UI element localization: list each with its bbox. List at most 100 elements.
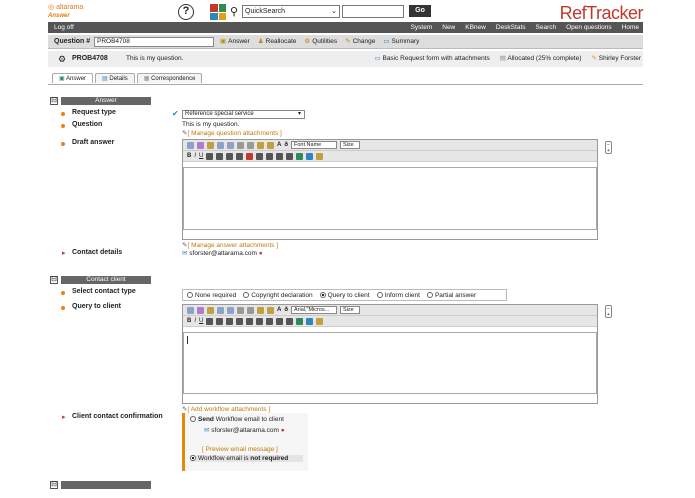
query-text-area[interactable]	[183, 332, 597, 394]
go-button[interactable]: Go	[409, 5, 431, 17]
editor-expand-button[interactable]: − +	[605, 305, 612, 318]
logoff-link[interactable]: Log off	[54, 22, 74, 33]
nav-home[interactable]: Home	[622, 22, 639, 33]
outdent-icon[interactable]	[256, 317, 264, 325]
spellcheck-icon[interactable]	[187, 141, 194, 149]
outdent-icon[interactable]	[256, 152, 264, 160]
question-number-input[interactable]: PROB4708	[94, 37, 214, 47]
link-icon[interactable]	[296, 152, 304, 160]
highlight-icon[interactable]	[207, 306, 214, 314]
reallocate-tool[interactable]: ♟ Reallocate	[258, 35, 297, 49]
cut-icon[interactable]	[237, 306, 244, 314]
bg-color-icon[interactable]: ð	[284, 307, 288, 313]
justify-icon[interactable]	[236, 152, 244, 160]
font-size-select[interactable]: Size	[340, 141, 361, 149]
radio-not-required[interactable]: Workflow email is not required	[190, 455, 303, 462]
tab-details[interactable]: ▤ Details	[95, 73, 135, 83]
paste-icon[interactable]	[257, 141, 264, 149]
table-icon[interactable]	[246, 152, 254, 160]
clear-format-icon[interactable]	[316, 317, 324, 325]
special-char-icon[interactable]	[197, 306, 204, 314]
help-icon[interactable]: ?	[178, 4, 194, 20]
bg-color-icon[interactable]: ð	[284, 142, 288, 148]
quicksearch-select[interactable]: QuickSearch ⌄	[242, 5, 340, 18]
clear-format-icon[interactable]	[316, 152, 324, 160]
italic-icon[interactable]: I	[194, 318, 196, 324]
change-tool[interactable]: ✎ Change	[345, 35, 375, 49]
collapse-contact-toggle[interactable]: ⊟	[50, 276, 58, 284]
link-icon[interactable]	[296, 317, 304, 325]
qutilities-tool[interactable]: ⚙ Qutilities	[304, 35, 337, 49]
bullets-icon[interactable]	[276, 152, 284, 160]
draft-answer-text-area[interactable]	[183, 167, 597, 230]
redo-icon[interactable]	[227, 141, 234, 149]
numbered-list-icon[interactable]	[286, 152, 294, 160]
radio-partial-answer[interactable]: Partial answer	[426, 291, 476, 299]
quicksearch-input[interactable]	[342, 5, 404, 18]
bullets-icon[interactable]	[276, 317, 284, 325]
align-right-icon[interactable]	[226, 317, 234, 325]
paste-text-icon[interactable]	[267, 306, 274, 314]
table-icon[interactable]	[246, 317, 254, 325]
radio-copyright-declaration[interactable]: Copyright declaration	[243, 291, 313, 299]
indent-icon[interactable]	[266, 317, 274, 325]
align-right-icon[interactable]	[226, 152, 234, 160]
undo-icon[interactable]	[217, 141, 224, 149]
preview-email-link[interactable]: [ Preview email message ]	[202, 446, 303, 453]
collapse-next-toggle[interactable]: ⊟	[50, 481, 58, 489]
nav-new[interactable]: New	[442, 22, 455, 33]
radio-send-workflow-email[interactable]: Send Workflow email to client	[190, 416, 303, 423]
align-center-icon[interactable]	[216, 317, 224, 325]
nav-search[interactable]: Search	[536, 22, 557, 33]
workflow-email-address[interactable]: ✉ sforster@altarama.com ●	[204, 426, 303, 434]
redo-icon[interactable]	[227, 306, 234, 314]
nav-kbnew[interactable]: KBnew	[465, 22, 486, 33]
paste-icon[interactable]	[257, 306, 264, 314]
align-center-icon[interactable]	[216, 152, 224, 160]
collapse-answer-toggle[interactable]: ⊟	[50, 97, 58, 105]
radio-inform-client[interactable]: Inform client	[376, 291, 420, 299]
summary-tool[interactable]: ▭ Summary	[383, 35, 419, 49]
radio-query-to-client[interactable]: Query to client	[319, 291, 370, 299]
spellcheck-icon[interactable]	[187, 306, 194, 314]
copy-icon[interactable]	[247, 141, 254, 149]
apps-grid-icon[interactable]	[210, 4, 226, 20]
bold-icon[interactable]: B	[187, 318, 191, 324]
special-char-icon[interactable]	[197, 141, 204, 149]
tab-answer[interactable]: ▣ Answer	[52, 73, 94, 83]
numbered-list-icon[interactable]	[286, 317, 294, 325]
manage-answer-attachments-link[interactable]: ✎[ Manage answer attachments ]	[182, 241, 278, 249]
request-type-select[interactable]: Reference special service ▾	[182, 110, 305, 119]
underline-icon[interactable]: U	[199, 318, 203, 324]
add-workflow-attachments-link[interactable]: ✎[ Add workflow attachments ]	[182, 405, 270, 413]
nav-deskstats[interactable]: DeskStats	[496, 22, 526, 33]
indent-icon[interactable]	[266, 152, 274, 160]
italic-icon[interactable]: I	[194, 153, 196, 159]
justify-icon[interactable]	[236, 317, 244, 325]
manage-question-attachments-link[interactable]: ✎[ Manage question attachments ]	[182, 129, 282, 137]
align-left-icon[interactable]	[206, 317, 214, 325]
font-size-select[interactable]: Size	[340, 306, 361, 314]
nav-open-questions[interactable]: Open questions	[566, 22, 612, 33]
paste-text-icon[interactable]	[267, 141, 274, 149]
editor-expand-button[interactable]: − +	[605, 141, 612, 154]
query-editor[interactable]: A ð Arial,"Micros... Size B I U	[182, 304, 598, 404]
radio-none-required[interactable]: None required	[187, 291, 236, 299]
bold-icon[interactable]: B	[187, 153, 191, 159]
gear-icon[interactable]: ⚙	[58, 51, 66, 67]
font-name-select[interactable]: Font Name	[291, 141, 338, 149]
font-color-icon[interactable]: A	[277, 307, 281, 313]
undo-icon[interactable]	[217, 306, 224, 314]
expand-arrow-icon[interactable]: ▸	[62, 413, 66, 421]
copy-icon[interactable]	[247, 306, 254, 314]
unlink-icon[interactable]	[306, 317, 314, 325]
draft-answer-editor[interactable]: A ð Font Name Size B I U	[182, 139, 598, 240]
tab-correspondence[interactable]: ▦ Correspondence	[136, 73, 203, 83]
highlight-icon[interactable]	[207, 141, 214, 149]
contact-email[interactable]: ✉ sforster@altarama.com ●	[182, 249, 263, 257]
font-color-icon[interactable]: A	[277, 142, 281, 148]
font-name-select[interactable]: Arial,"Micros...	[291, 306, 338, 314]
answer-tool[interactable]: ▣ Answer	[220, 35, 250, 49]
underline-icon[interactable]: U	[199, 153, 203, 159]
cut-icon[interactable]	[237, 141, 244, 149]
